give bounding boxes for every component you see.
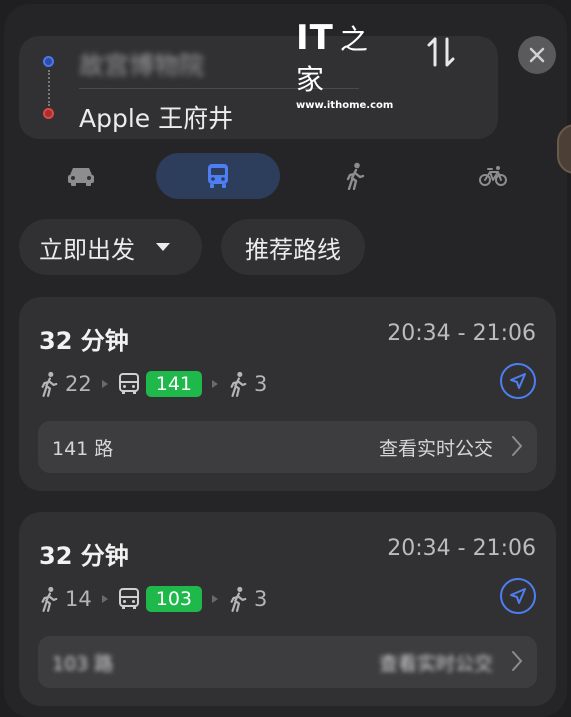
start-navigation-button[interactable]: [500, 578, 536, 614]
watermark-url: www.ithome.com: [296, 100, 394, 111]
close-button[interactable]: [518, 36, 556, 74]
bus-line-badge: 103: [145, 586, 202, 612]
depart-time-dropdown[interactable]: 立即出发: [19, 219, 202, 275]
walk-icon: [41, 586, 58, 612]
walk-minutes-before: 14: [65, 587, 92, 611]
bus-icon: [208, 164, 228, 188]
navigate-icon: [510, 588, 526, 604]
realtime-bus-link[interactable]: 查看实时公交: [379, 434, 493, 461]
route-time-range: 20:34 - 21:06: [387, 321, 536, 346]
route-duration: 32 分钟: [39, 327, 129, 355]
navigate-icon: [510, 373, 526, 389]
bus-line-name: 103 路: [52, 653, 114, 675]
bus-line-name: 141 路: [52, 438, 114, 460]
route-segments: 22 141 3: [39, 369, 267, 399]
bus-icon: [118, 373, 139, 394]
sort-route-label: 推荐路线: [245, 235, 341, 264]
bus-line-row[interactable]: 141 路 查看实时公交: [38, 421, 537, 473]
destination-field[interactable]: Apple 王府井: [79, 99, 233, 135]
walk-icon: [41, 371, 58, 397]
walk-minutes-before: 22: [65, 372, 92, 396]
walk-icon: [230, 586, 247, 612]
bus-line-badge: 141: [145, 371, 202, 397]
sort-route-button[interactable]: 推荐路线: [221, 219, 365, 275]
route-connector: [48, 70, 50, 106]
bus-line-row[interactable]: 103 路 查看实时公交: [38, 636, 537, 688]
tab-drive[interactable]: [50, 153, 112, 199]
walk-minutes-after: 3: [254, 587, 268, 611]
tab-bike[interactable]: [468, 153, 518, 199]
close-icon: [529, 47, 545, 63]
watermark-logo: IT 之家: [296, 18, 369, 96]
chevron-right-icon: [512, 651, 523, 671]
tab-transit[interactable]: [156, 153, 280, 199]
car-icon: [68, 168, 94, 186]
origin-field[interactable]: 故宫博物院: [79, 46, 204, 82]
bike-icon: [479, 166, 507, 186]
walk-icon: [230, 371, 247, 397]
origin-dot: [43, 56, 54, 67]
chevron-right-icon: [212, 595, 218, 603]
depart-time-label: 立即出发: [39, 235, 135, 264]
origin-text: 故宫博物院: [79, 51, 205, 80]
route-card[interactable]: 32 分钟 20:34 - 21:06 22 141 3 141 路 查看实时公…: [19, 297, 556, 491]
chevron-right-icon: [212, 380, 218, 388]
ithome-watermark: IT 之家 www.ithome.com: [296, 18, 396, 111]
walk-icon: [346, 162, 365, 190]
chevron-right-icon: [101, 380, 108, 388]
bus-icon: [118, 588, 139, 609]
destination-dot: [43, 108, 54, 119]
chevron-down-icon: [156, 243, 170, 251]
swap-button[interactable]: [421, 30, 461, 74]
route-segments: 14 103 3: [39, 584, 267, 614]
realtime-bus-link[interactable]: 查看实时公交: [379, 649, 493, 676]
chevron-right-icon: [512, 436, 523, 456]
walk-minutes-after: 3: [254, 372, 268, 396]
route-time-range: 20:34 - 21:06: [387, 536, 536, 561]
tab-walk[interactable]: [330, 153, 380, 199]
swap-icon: [427, 37, 455, 67]
start-navigation-button[interactable]: [500, 363, 536, 399]
route-duration: 32 分钟: [39, 542, 129, 570]
chevron-right-icon: [101, 595, 108, 603]
route-card[interactable]: 32 分钟 20:34 - 21:06 14 103 3 103 路 查看实时公…: [19, 512, 556, 706]
